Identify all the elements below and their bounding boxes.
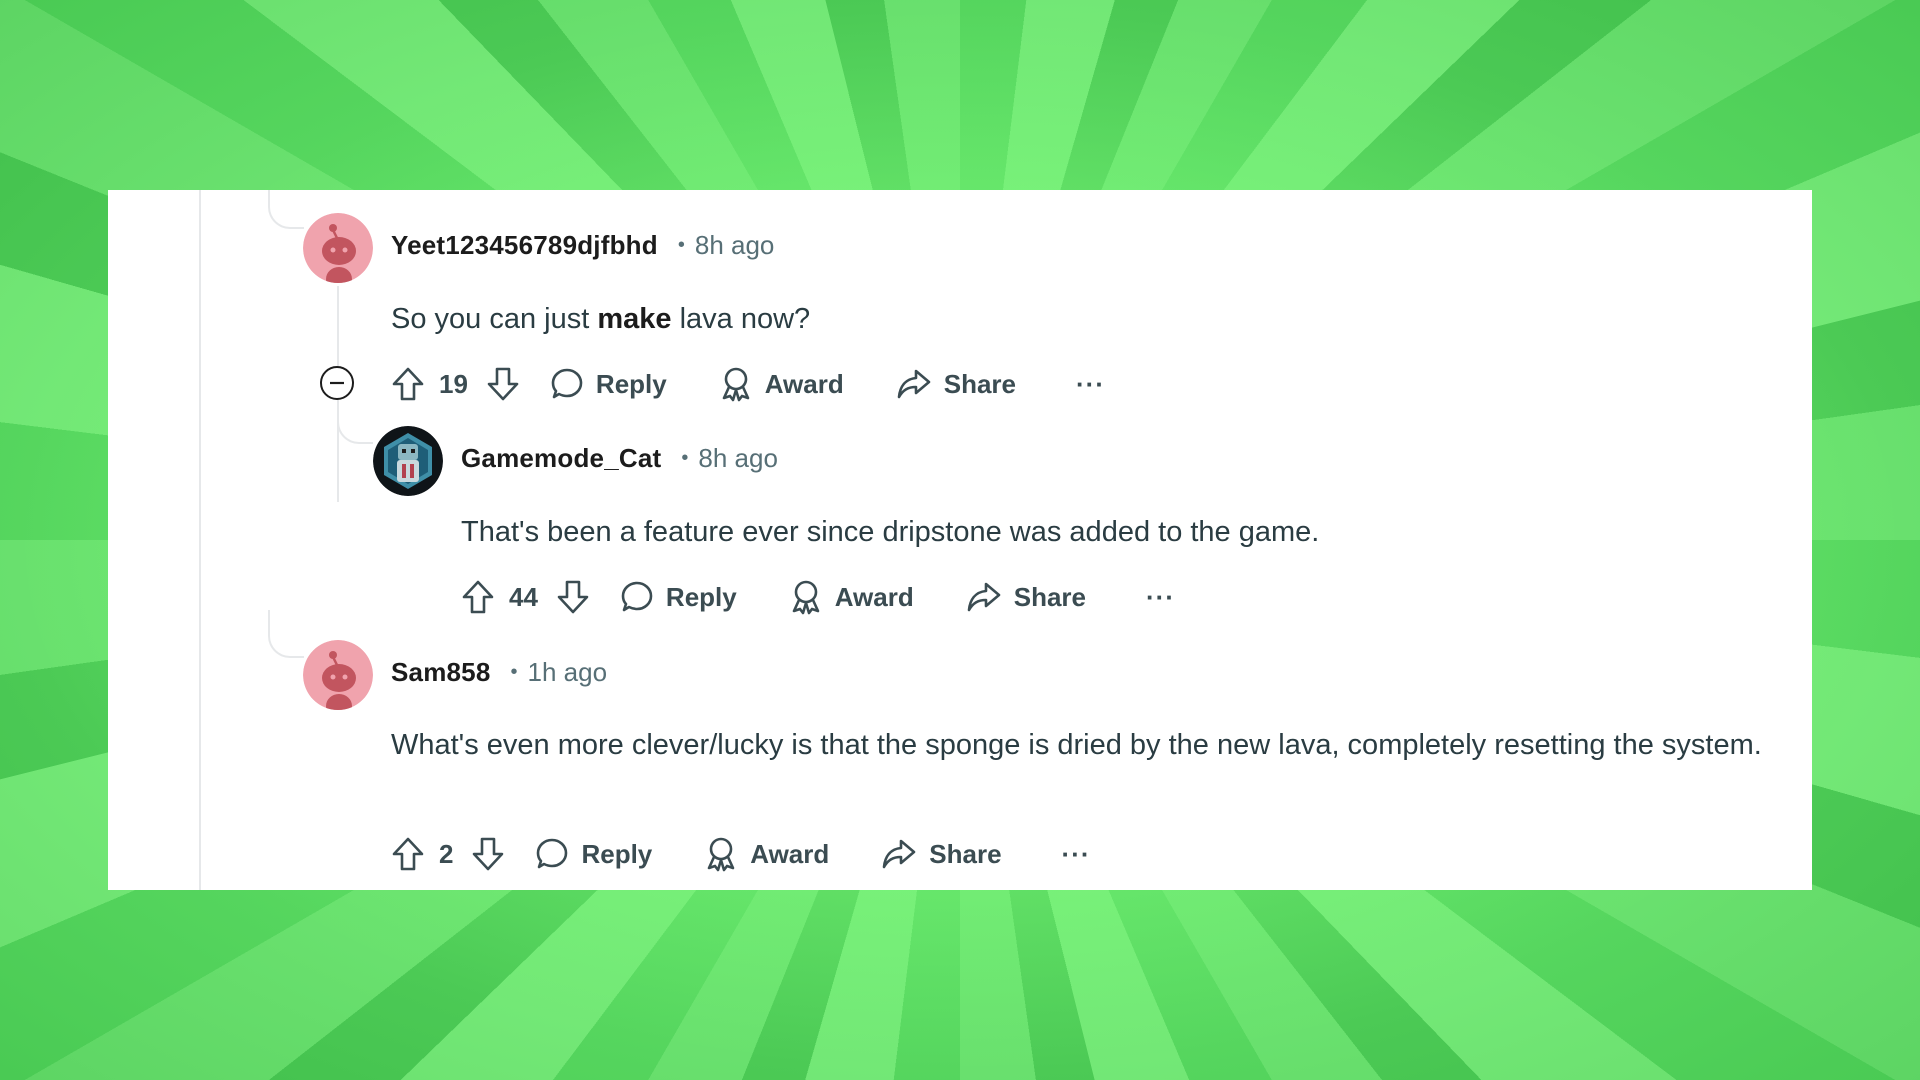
gamemode-cat-avatar-icon — [373, 426, 443, 496]
comment-actions: 19 Reply Award Share ··· — [391, 362, 1105, 406]
separator-dot: • — [510, 661, 518, 683]
award-icon — [722, 367, 750, 402]
more-options-icon[interactable]: ··· — [1146, 582, 1175, 613]
upvote-icon[interactable] — [391, 366, 425, 402]
separator-dot: • — [677, 234, 685, 256]
username[interactable]: Sam858 — [391, 657, 491, 688]
share-icon — [882, 839, 916, 869]
award-icon — [792, 580, 820, 615]
collapse-thread-icon[interactable] — [320, 366, 354, 400]
reply-button[interactable]: Reply — [550, 367, 667, 401]
award-label: Award — [834, 581, 914, 612]
avatar[interactable] — [373, 426, 443, 496]
timestamp[interactable]: 8h ago — [695, 230, 775, 261]
award-button[interactable]: Award — [789, 579, 914, 615]
timestamp[interactable]: 8h ago — [698, 443, 778, 474]
more-options-icon[interactable]: ··· — [1062, 839, 1091, 870]
vote-score: 2 — [439, 838, 454, 869]
award-label: Award — [764, 368, 844, 399]
reply-label: Reply — [595, 368, 667, 399]
share-icon — [967, 582, 1001, 612]
reply-label: Reply — [581, 838, 653, 869]
avatar[interactable] — [303, 640, 373, 710]
reply-button[interactable]: Reply — [620, 580, 737, 614]
comment-actions: 2 Reply Award Share ··· — [391, 832, 1091, 876]
comment-text-bold: make — [597, 303, 672, 335]
comment-body: So you can just make lava now? — [391, 298, 1751, 341]
comment-actions: 44 Reply Award Share ··· — [461, 575, 1175, 619]
comment-bubble-icon — [621, 581, 653, 612]
comment-text: So you can just — [391, 303, 598, 335]
upvote-icon[interactable] — [461, 579, 495, 615]
comment-thread-card: Yeet123456789djfbhd • 8h ago So you can … — [108, 190, 1812, 890]
award-button[interactable]: Award — [719, 366, 844, 402]
comment-bubble-icon — [551, 368, 583, 399]
award-button[interactable]: Award — [704, 836, 829, 872]
username[interactable]: Yeet123456789djfbhd — [391, 230, 658, 261]
avatar[interactable] — [303, 213, 373, 283]
share-label: Share — [943, 368, 1016, 399]
share-icon — [897, 369, 931, 399]
more-options-icon[interactable]: ··· — [1076, 369, 1105, 400]
reply-label: Reply — [665, 581, 737, 612]
username[interactable]: Gamemode_Cat — [461, 443, 661, 474]
award-label: Award — [750, 838, 830, 869]
snoo-avatar-icon — [303, 213, 373, 283]
vote-score: 44 — [509, 581, 538, 612]
thread-line[interactable] — [268, 610, 304, 658]
downvote-icon[interactable] — [486, 366, 520, 402]
comment-body: What's even more clever/lucky is that th… — [391, 729, 1762, 761]
share-label: Share — [929, 838, 1002, 869]
comment-text: lava now? — [671, 303, 811, 335]
separator-dot: • — [681, 447, 689, 469]
comment-bubble-icon — [537, 838, 568, 869]
share-label: Share — [1013, 581, 1086, 612]
timestamp[interactable]: 1h ago — [528, 657, 608, 688]
share-button[interactable]: Share — [966, 580, 1086, 614]
thread-line[interactable] — [199, 190, 201, 890]
award-icon — [707, 837, 735, 872]
comment-meta: Sam858 • 1h ago — [391, 657, 607, 688]
comment-meta: Gamemode_Cat • 8h ago — [461, 443, 778, 474]
comment-meta: Yeet123456789djfbhd • 8h ago — [391, 230, 774, 261]
upvote-icon[interactable] — [391, 836, 425, 872]
reply-button[interactable]: Reply — [535, 837, 652, 871]
vote-score: 19 — [439, 368, 468, 399]
thread-line[interactable] — [337, 406, 373, 444]
thread-line[interactable] — [268, 190, 304, 229]
share-button[interactable]: Share — [881, 837, 1002, 871]
comment-body: That's been a feature ever since dripsto… — [461, 516, 1320, 548]
snoo-avatar-icon — [303, 640, 373, 710]
downvote-icon[interactable] — [556, 579, 590, 615]
share-button[interactable]: Share — [896, 367, 1016, 401]
downvote-icon[interactable] — [471, 836, 505, 872]
